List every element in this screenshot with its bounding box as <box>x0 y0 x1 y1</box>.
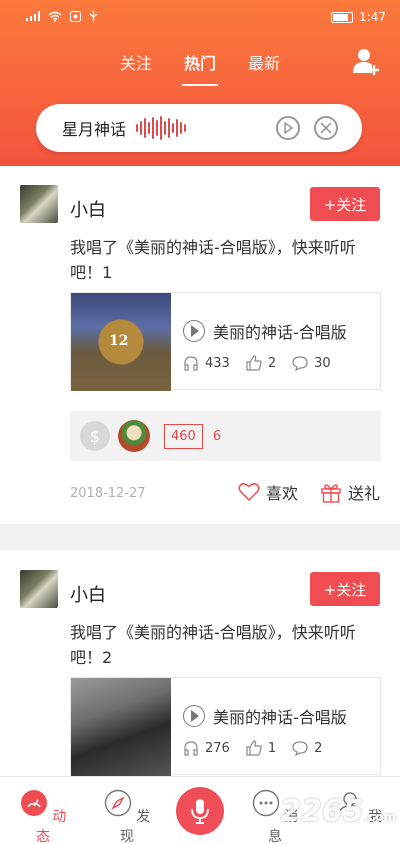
cover-level-text: 12 <box>109 333 129 349</box>
avatar[interactable] <box>20 570 58 608</box>
feed: 小白 +关注 我唱了《美丽的神话-合唱版》，快来听听吧！1 12 美丽的神话-合… <box>0 166 400 780</box>
compass-icon <box>104 789 131 817</box>
status-time: 1:47 <box>359 10 386 24</box>
nav-dynamic[interactable]: 动态 <box>18 789 68 844</box>
gift-icon <box>321 484 341 503</box>
wifi-icon <box>48 11 62 22</box>
song-title-row: 美丽的神话-合唱版 <box>183 319 347 343</box>
coin-icon: $ <box>80 421 110 451</box>
status-icons-left <box>26 10 98 22</box>
follow-button[interactable]: +关注 <box>310 187 380 221</box>
headphones-icon <box>184 741 198 756</box>
dynamic-icon <box>20 790 47 816</box>
nav-discover[interactable]: 发现 <box>102 789 152 844</box>
like-label: 喜欢 <box>265 484 298 503</box>
song-title: 美丽的神话-合唱版 <box>213 708 347 727</box>
play-icon[interactable] <box>183 705 205 727</box>
status-bar: 1:47 <box>0 0 400 34</box>
watermark-text: 2265 <box>280 794 364 829</box>
song-title-row: 美丽的神话-合唱版 <box>183 704 347 728</box>
gift-score: 460 <box>164 423 203 449</box>
voice-wave-icon <box>136 116 187 140</box>
message-icon <box>252 789 279 817</box>
gift-label: 送礼 <box>347 484 380 503</box>
listen-count: 276 <box>205 740 230 756</box>
post-card: 小白 +关注 我唱了《美丽的神话-合唱版》，快来听听吧！1 12 美丽的神话-合… <box>0 166 400 524</box>
microphone-icon <box>191 799 209 824</box>
tab-hot[interactable]: 热门 <box>181 50 219 86</box>
watermark: 2265.com <box>280 794 396 829</box>
comment-count: 2 <box>314 740 323 756</box>
header: 1:47 关注 热门 最新 星月神话 <box>0 0 400 166</box>
record-button[interactable] <box>176 787 224 835</box>
usb-icon <box>89 10 98 22</box>
comment-icon <box>292 741 308 756</box>
post-actions: 喜欢 送礼 <box>238 480 380 504</box>
search-bar[interactable]: 星月神话 <box>36 104 362 152</box>
tab-latest[interactable]: 最新 <box>248 50 280 86</box>
song-stats: 433 2 30 <box>183 355 347 371</box>
gift-count: 6 <box>212 428 222 444</box>
gift-avatar[interactable] <box>118 420 150 452</box>
user-name[interactable]: 小白 <box>70 581 106 607</box>
tab-follow[interactable]: 关注 <box>120 50 152 86</box>
play-icon[interactable] <box>183 320 205 342</box>
thumbs-up-icon <box>246 355 262 371</box>
comment-count: 30 <box>314 355 331 371</box>
song-cover: 12 <box>71 293 171 391</box>
comment-icon <box>292 356 308 371</box>
user-name[interactable]: 小白 <box>70 196 106 222</box>
song-cover <box>71 678 171 776</box>
post-message: 我唱了《美丽的神话-合唱版》，快来听听吧！2 <box>70 623 356 667</box>
post-message: 我唱了《美丽的神话-合唱版》，快来听听吧！1 <box>70 238 356 282</box>
battery-icon <box>331 11 354 23</box>
gift-bar[interactable]: $ 460 6 <box>70 411 381 461</box>
post-card: 小白 +关注 我唱了《美丽的神话-合唱版》，快来听听吧！2 美丽的神话-合唱版 … <box>0 550 400 780</box>
song-card[interactable]: 美丽的神话-合唱版 276 1 2 <box>70 677 381 776</box>
like-count: 2 <box>267 355 277 371</box>
watermark-sub: .com <box>363 810 396 824</box>
status-icons-right: 1:47 <box>331 10 386 24</box>
play-icon[interactable] <box>276 116 300 140</box>
close-icon[interactable] <box>314 116 338 140</box>
search-text: 星月神话 <box>62 120 127 139</box>
thumbs-up-icon <box>246 740 262 756</box>
top-tabs: 关注 热门 最新 <box>0 50 400 86</box>
avatar[interactable] <box>20 185 58 223</box>
signal-icon <box>26 11 40 21</box>
like-count: 1 <box>267 740 277 756</box>
listen-count: 433 <box>205 355 230 371</box>
post-date: 2018-12-27 <box>70 486 146 501</box>
headphones-icon <box>184 356 198 371</box>
follow-button[interactable]: +关注 <box>310 572 380 606</box>
song-card[interactable]: 12 美丽的神话-合唱版 433 2 30 <box>70 292 381 391</box>
send-gift-button[interactable]: 送礼 <box>320 480 380 504</box>
notification-icon <box>70 10 81 22</box>
like-button[interactable]: 喜欢 <box>238 480 298 504</box>
song-stats: 276 1 2 <box>183 740 338 756</box>
heart-icon <box>238 483 260 502</box>
song-title: 美丽的神话-合唱版 <box>213 323 347 342</box>
add-user-icon[interactable] <box>352 46 382 76</box>
